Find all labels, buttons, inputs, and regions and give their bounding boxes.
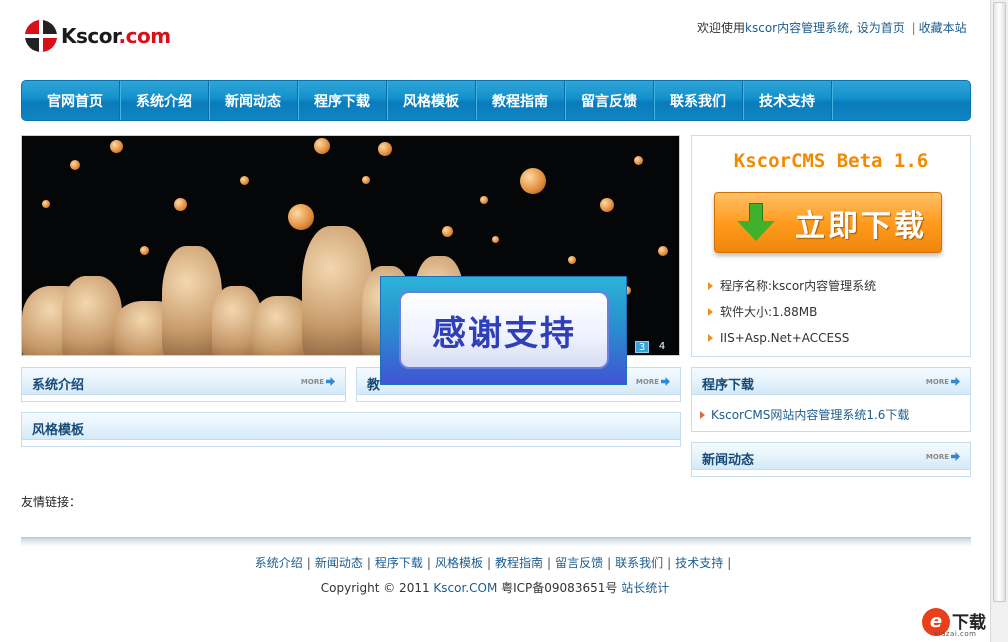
bullet-icon: [708, 334, 713, 342]
tutorial-more-link[interactable]: MORE: [636, 377, 670, 386]
downloads-section-title: 程序下载: [702, 378, 755, 393]
news-more-link[interactable]: MORE: [926, 452, 960, 461]
nav-item-intro[interactable]: 系统介绍: [120, 81, 209, 120]
vertical-scrollbar[interactable]: [990, 0, 1008, 642]
downloads-more-link[interactable]: MORE: [926, 377, 960, 386]
version-title: KscorCMS Beta 1.6: [733, 150, 929, 172]
top-links: 欢迎使用kscor内容管理系统, 设为首页 | 收藏本站: [697, 21, 967, 35]
logo-text: Kscor.com: [61, 24, 171, 48]
nav-item-feedback[interactable]: 留言反馈: [565, 81, 654, 120]
news-section: 新闻动态 MORE: [691, 442, 971, 477]
nav-item-home[interactable]: 官网首页: [31, 81, 120, 120]
intro-section: 系统介绍 MORE: [21, 367, 346, 402]
bullet-icon: [700, 411, 705, 419]
info-item: IIS+Asp.Net+ACCESS: [708, 329, 876, 355]
separator: |: [911, 21, 916, 35]
scrollbar-thumb[interactable]: [993, 2, 1006, 602]
footer-divider: [21, 537, 971, 547]
slide-page-button[interactable]: 3: [635, 341, 649, 353]
news-section-title: 新闻动态: [702, 453, 755, 468]
footer-link-contact[interactable]: 联系我们: [615, 556, 663, 570]
download-button-label: 立即下载: [795, 208, 927, 244]
thanks-popup-text: 感谢支持: [432, 313, 576, 354]
footer-link-intro[interactable]: 系统介绍: [255, 556, 303, 570]
footer-link-news[interactable]: 新闻动态: [315, 556, 363, 570]
main-nav: 官网首页 系统介绍 新闻动态 程序下载 风格模板 教程指南 留言反馈 联系我们 …: [21, 80, 971, 121]
download-list-item[interactable]: KscorCMS网站内容管理系统1.6下载: [700, 406, 909, 423]
nav-item-news[interactable]: 新闻动态: [209, 81, 298, 120]
nav-item-download[interactable]: 程序下载: [298, 81, 387, 120]
nav-item-tutorial[interactable]: 教程指南: [476, 81, 565, 120]
footer-link-download[interactable]: 程序下载: [375, 556, 423, 570]
more-arrow-icon: [951, 377, 960, 386]
footer-link-support[interactable]: 技术支持: [675, 556, 723, 570]
bullet-icon: [708, 308, 713, 316]
download-now-button[interactable]: 立即下载: [714, 192, 942, 253]
add-favorite-link[interactable]: 收藏本站: [919, 21, 967, 35]
templates-section-title: 风格模板: [32, 423, 85, 438]
nav-item-templates[interactable]: 风格模板: [387, 81, 476, 120]
copyright: Copyright © 2011 Kscor.COM 粤ICP备09083651…: [320, 581, 670, 595]
logo-icon: [25, 20, 57, 52]
welcome-text: 欢迎使用: [697, 21, 746, 35]
info-item: 程序名称:kscor内容管理系统: [708, 277, 876, 303]
tutorial-section-title: 教: [367, 378, 381, 393]
slide-page-button[interactable]: 4: [655, 341, 669, 353]
templates-section: 风格模板: [21, 412, 681, 447]
set-homepage-link[interactable]: 设为首页: [857, 21, 905, 35]
slide-pager: 3 4: [635, 341, 669, 353]
friend-links-label: 友情链接：: [21, 495, 82, 509]
intro-section-title: 系统介绍: [32, 378, 85, 393]
download-arrow-icon: [737, 201, 775, 245]
nav-item-support[interactable]: 技术支持: [743, 81, 832, 120]
site-name-link[interactable]: kscor内容管理系统: [745, 21, 849, 35]
info-item: 软件大小:1.88MB: [708, 303, 876, 329]
site-stats-link[interactable]: 站长统计: [621, 581, 669, 595]
footer-link-tutorial[interactable]: 教程指南: [495, 556, 543, 570]
more-arrow-icon: [326, 377, 335, 386]
brand-link[interactable]: Kscor.COM: [433, 581, 497, 595]
intro-more-link[interactable]: MORE: [301, 377, 335, 386]
site-logo[interactable]: Kscor.com: [25, 20, 171, 52]
thanks-popup-panel: 感谢支持: [399, 291, 609, 369]
more-arrow-icon: [661, 377, 670, 386]
thanks-popup[interactable]: 感谢支持: [380, 276, 627, 385]
more-arrow-icon: [951, 452, 960, 461]
bullet-icon: [708, 282, 713, 290]
download-panel: KscorCMS Beta 1.6 立即下载 程序名称:kscor内容管理系统 …: [691, 135, 971, 357]
downloads-section: 程序下载 MORE KscorCMS网站内容管理系统1.6下载: [691, 367, 971, 432]
nav-item-contact[interactable]: 联系我们: [654, 81, 743, 120]
footer-link-feedback[interactable]: 留言反馈: [555, 556, 603, 570]
footer-nav: 系统介绍 | 新闻动态 | 程序下载 | 风格模板 | 教程指南 | 留言反馈 | 联系我们 | 技术支持 |: [254, 556, 732, 570]
footer-link-templates[interactable]: 风格模板: [435, 556, 483, 570]
